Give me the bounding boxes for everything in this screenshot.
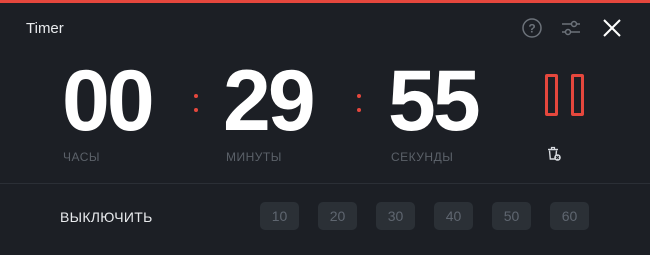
preset-button[interactable]: 50 (492, 202, 531, 230)
preset-button[interactable]: 30 (376, 202, 415, 230)
clear-timer-button[interactable] (546, 146, 562, 162)
hours-value: 00 (62, 53, 155, 149)
svg-text:?: ? (528, 22, 535, 36)
pause-icon (545, 74, 558, 116)
settings-sliders-icon[interactable] (560, 17, 582, 39)
hours-label: ЧАСЫ (63, 150, 101, 164)
pause-button[interactable] (545, 74, 585, 116)
colon-separator (357, 94, 361, 116)
help-icon[interactable]: ? (521, 17, 543, 39)
accent-bar (0, 0, 650, 3)
shutdown-presets: 10 20 30 40 50 60 (260, 202, 608, 230)
minutes-value: 29 (223, 53, 316, 149)
divider (0, 183, 650, 184)
shutdown-label: ВЫКЛЮЧИТЬ (60, 209, 153, 225)
minutes-label: МИНУТЫ (226, 150, 282, 164)
window-title: Timer (26, 20, 64, 37)
preset-button[interactable]: 20 (318, 202, 357, 230)
preset-button[interactable]: 10 (260, 202, 299, 230)
preset-button[interactable]: 60 (550, 202, 589, 230)
seconds-value: 55 (388, 53, 481, 149)
trash-icon (548, 146, 561, 161)
colon-separator (194, 94, 198, 116)
close-icon[interactable] (601, 17, 623, 39)
preset-button[interactable]: 40 (434, 202, 473, 230)
seconds-label: СЕКУНДЫ (391, 150, 454, 164)
